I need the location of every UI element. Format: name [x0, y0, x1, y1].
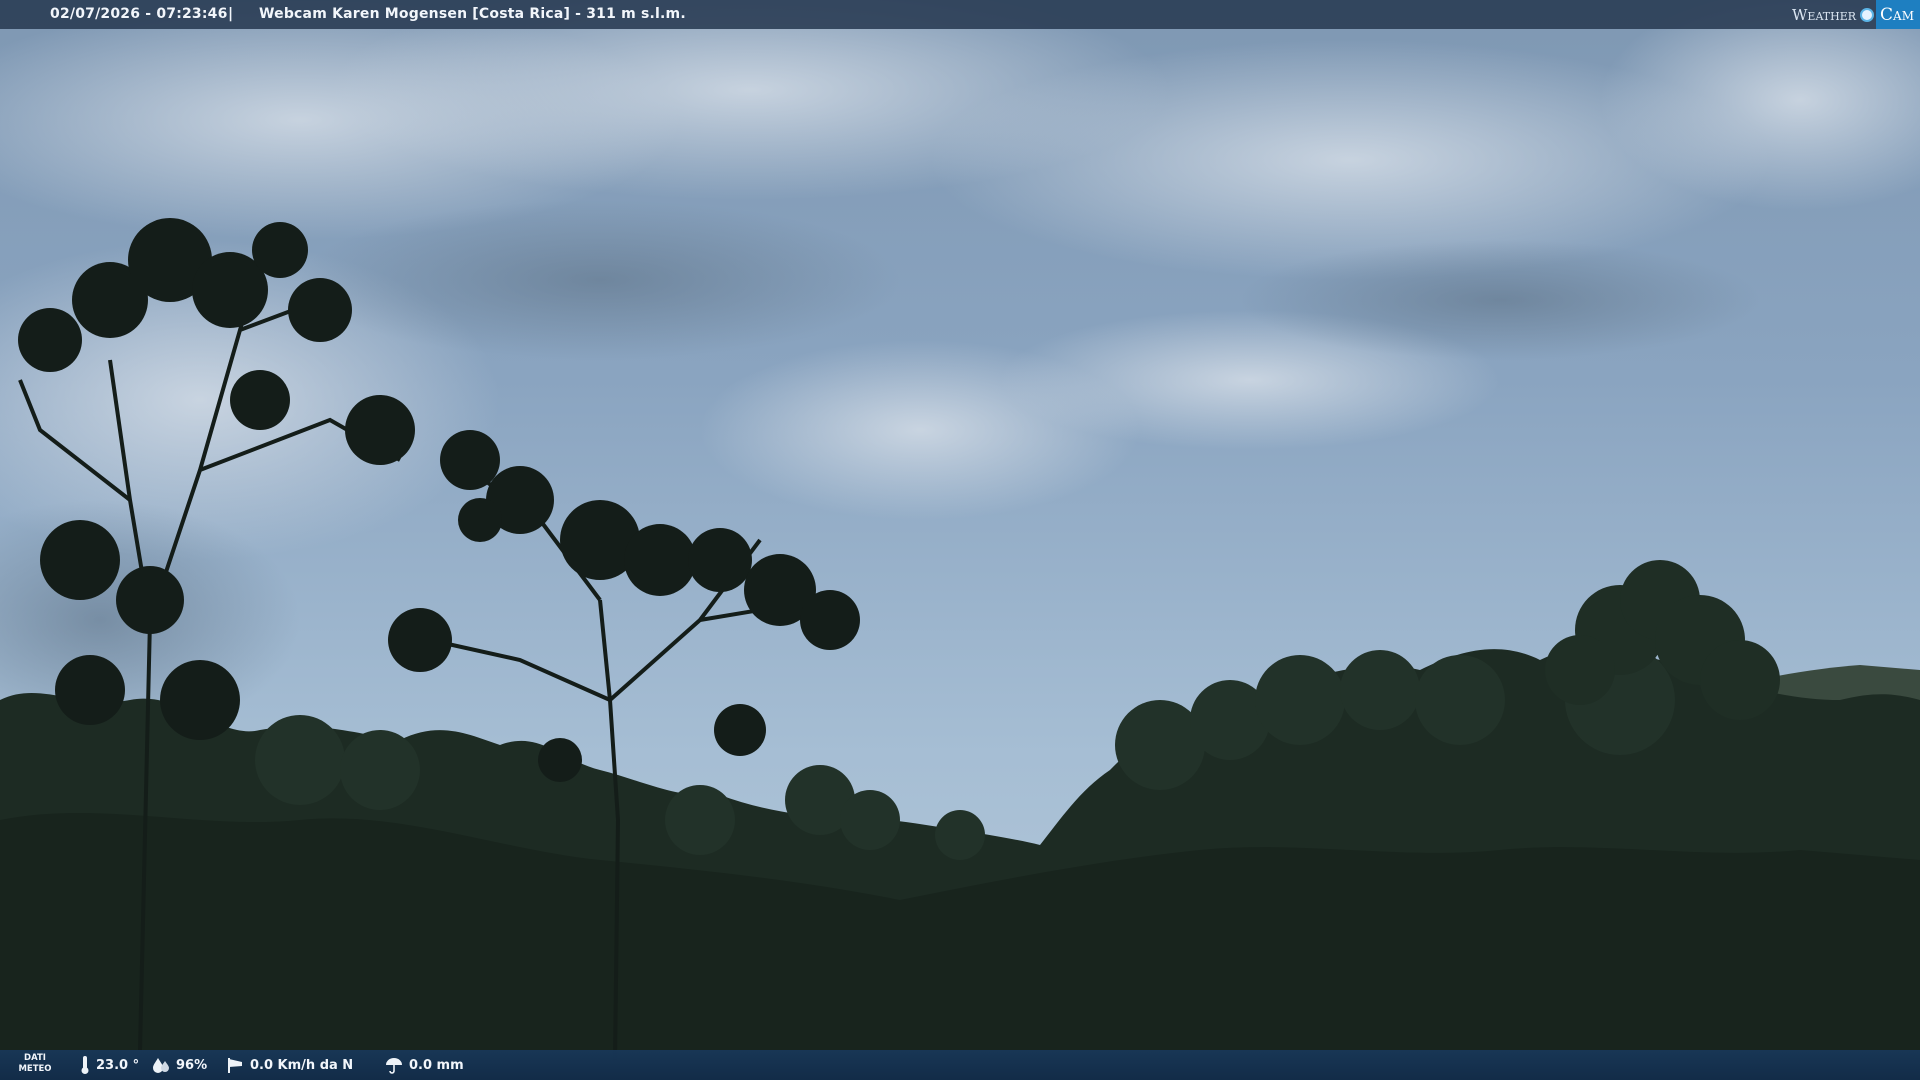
- humidity-item: 96%: [152, 1050, 207, 1080]
- logo-weather-text: Weather: [1792, 5, 1857, 24]
- rain-value: 0.0 mm: [409, 1057, 464, 1073]
- humidity-value: 96%: [176, 1057, 208, 1073]
- weather-data-bar: DATI METEO 23.0 ° 96% 0.0 Km/h da N 0.0 …: [0, 1050, 1920, 1080]
- dati-line-1: DATI: [24, 1053, 46, 1063]
- windsock-icon: [226, 1056, 244, 1074]
- temperature-value: 23.0 °: [96, 1057, 140, 1073]
- weathercam-logo[interactable]: Weather Cam: [1792, 0, 1920, 29]
- webcam-title: Webcam Karen Mogensen [Costa Rica] - 311…: [259, 6, 686, 22]
- logo-cam-text: Cam: [1876, 0, 1920, 29]
- humidity-drops-icon: [152, 1056, 170, 1074]
- temperature-item: 23.0 °: [80, 1050, 139, 1080]
- logo-dot-icon: [1860, 7, 1875, 22]
- rain-item: 0.0 mm: [385, 1050, 464, 1080]
- dati-line-2: METEO: [18, 1064, 52, 1074]
- top-info-bar: 02/07/2026 - 07:23:46 | Webcam Karen Mog…: [0, 0, 1920, 29]
- thermometer-icon: [80, 1055, 90, 1075]
- wind-item: 0.0 Km/h da N: [226, 1050, 353, 1080]
- datetime-label: 02/07/2026 - 07:23:46: [50, 6, 228, 22]
- umbrella-icon: [385, 1056, 403, 1074]
- separator: |: [228, 6, 234, 22]
- wind-value: 0.0 Km/h da N: [250, 1057, 354, 1073]
- webcam-image: [0, 0, 1920, 1080]
- dati-meteo-label: DATI METEO: [18, 1053, 52, 1075]
